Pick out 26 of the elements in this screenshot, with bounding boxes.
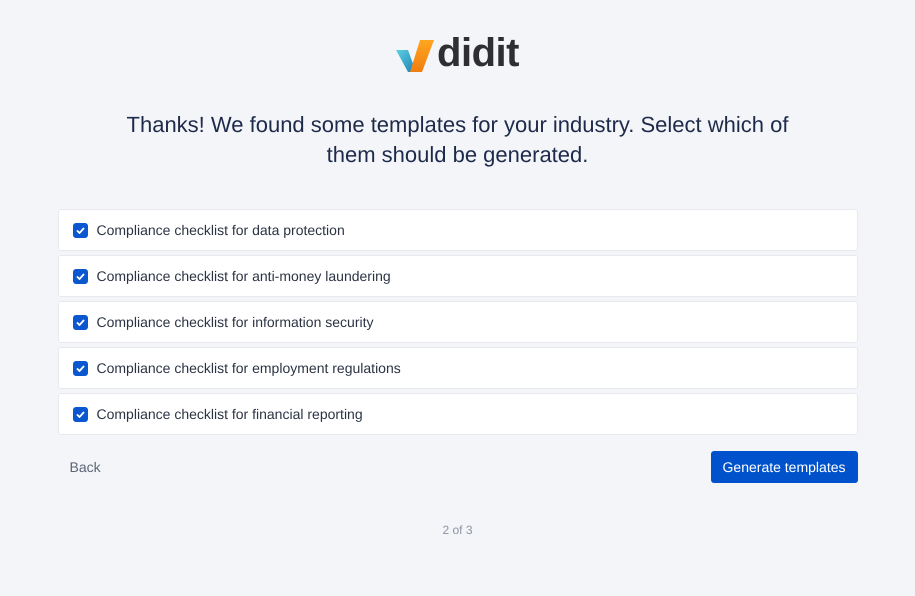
template-option[interactable]: Compliance checklist for employment regulations [58, 347, 858, 389]
logo-mark-icon [396, 40, 434, 72]
template-option[interactable]: Compliance checklist for data protection [58, 209, 858, 251]
checkmark-icon [76, 364, 84, 372]
checkmark-icon [76, 318, 84, 326]
template-label: Compliance checklist for employment regulations [96, 360, 401, 376]
checkmark-icon [76, 272, 84, 280]
heading: Thanks! We found some templates for your industry. Select which of them should be generated. [126, 111, 790, 169]
checkbox[interactable] [72, 406, 88, 422]
checkbox[interactable] [72, 268, 88, 284]
template-label: Compliance checklist for information security [96, 314, 374, 330]
checkbox[interactable] [72, 360, 88, 376]
logo-text: didit [437, 34, 519, 72]
checkmark-icon [76, 410, 84, 418]
checkbox[interactable] [72, 314, 88, 330]
template-label: Compliance checklist for anti-money laundering [96, 268, 391, 284]
generate-button[interactable]: Generate templates [710, 451, 858, 483]
checkbox[interactable] [72, 222, 88, 238]
template-option[interactable]: Compliance checklist for anti-money laundering [58, 255, 858, 297]
template-label: Compliance checklist for financial reporting [96, 406, 363, 422]
step-indicator: 2 of 3 [442, 523, 473, 537]
template-option[interactable]: Compliance checklist for financial reporting [58, 393, 858, 435]
checkmark-icon [76, 226, 84, 234]
back-button[interactable]: Back [58, 453, 113, 481]
template-label: Compliance checklist for data protection [96, 222, 345, 238]
template-option[interactable]: Compliance checklist for information security [58, 301, 858, 343]
